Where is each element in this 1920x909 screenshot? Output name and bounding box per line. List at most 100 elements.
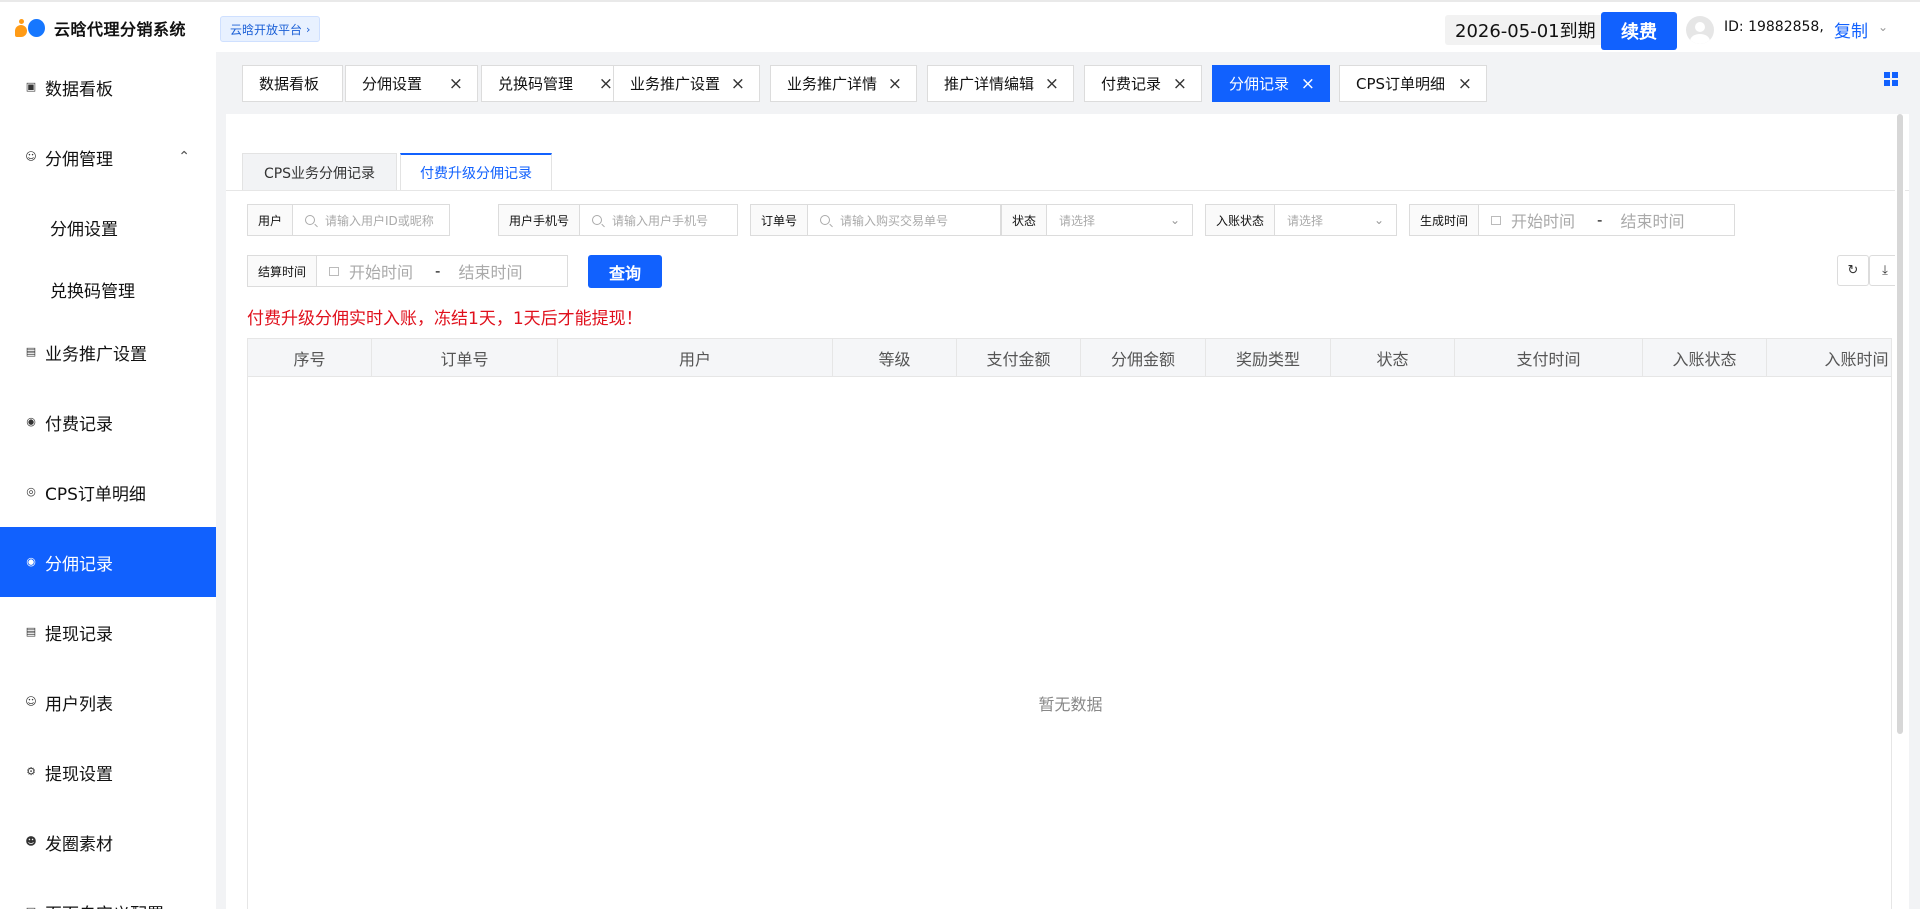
chevron-up-icon: ⌃ (178, 149, 190, 165)
placeholder: 请输入用户手机号 (612, 213, 709, 228)
column-header: 用户 (558, 339, 833, 376)
sidebar-item-user-list[interactable]: ☺ 用户列表 (0, 667, 216, 737)
sidebar-item-commission-settings[interactable]: 分佣设置 (0, 192, 216, 262)
sidebar-item-label: 兑换码管理 (50, 281, 135, 302)
grid-icon[interactable] (1884, 72, 1898, 86)
created-date-range[interactable]: 开始时间 - 结束时间 (1479, 205, 1734, 235)
close-icon[interactable]: × (1045, 74, 1059, 94)
sidebar-item-commission-management[interactable]: ☺ 分佣管理 ⌃ (0, 122, 216, 192)
close-icon[interactable]: × (888, 74, 902, 94)
refresh-icon[interactable]: ↻ (1837, 255, 1869, 286)
sidebar-item-label: 分佣记录 (45, 554, 113, 575)
box-icon: ▤ (25, 345, 37, 358)
tab-dashboard[interactable]: 数据看板 (242, 65, 343, 102)
sidebar-item-label: CPS订单明细 (45, 484, 146, 505)
calendar-icon (329, 266, 340, 276)
close-icon[interactable]: × (731, 74, 745, 94)
close-icon[interactable]: × (599, 74, 613, 94)
tab-commission-records[interactable]: 分佣记录 × (1212, 65, 1330, 102)
status-select[interactable]: 请选择 ⌄ (1047, 205, 1192, 235)
account-status-filter: 入账状态 请选择 ⌄ (1205, 204, 1397, 236)
open-platform-link[interactable]: 云晗开放平台 › (220, 16, 321, 42)
column-header: 状态 (1331, 339, 1455, 376)
end-date: 结束时间 (1620, 212, 1685, 231)
tab-payment-records[interactable]: 付费记录 × (1084, 65, 1202, 102)
sidebar-item-promotion-settings[interactable]: ▤ 业务推广设置 (0, 317, 216, 387)
sidebar-item-label: 分佣设置 (50, 219, 118, 240)
sidebar-item-label: 页面自定义配置 (45, 900, 164, 909)
sidebar-item-cps-orders[interactable]: ◎ CPS订单明细 (0, 457, 216, 527)
filter-label: 用户手机号 (499, 205, 581, 235)
settled-date-range[interactable]: 开始时间 - 结束时间 (317, 256, 567, 286)
date-separator: - (435, 262, 441, 280)
top-bar: 云晗代理分销系统 云晗开放平台 › 2026-05-01到期 续费 ID: 19… (0, 0, 1920, 52)
user-icon: ☺ (25, 695, 37, 708)
divider (226, 190, 1909, 191)
user-id: ID: 19882858, (1724, 19, 1824, 35)
avatar[interactable] (1686, 16, 1714, 44)
end-date: 结束时间 (458, 263, 523, 282)
sidebar: ▣ 数据看板 ☺ 分佣管理 ⌃ 分佣设置 兑换码管理 ▤ 业务推广设置 ◉ 付费… (0, 52, 216, 909)
tab-label: 分佣记录 (1229, 75, 1290, 93)
sidebar-item-label: 提现记录 (45, 624, 113, 645)
tab-promotion-settings[interactable]: 业务推广设置 × (613, 65, 760, 102)
logo-icon (14, 17, 50, 39)
app-logo: 云晗代理分销系统 (14, 16, 186, 40)
sidebar-item-withdraw-settings[interactable]: ⚙ 提现设置 (0, 737, 216, 807)
expire-date: 2026-05-01到期 (1445, 15, 1606, 45)
column-header: 订单号 (372, 339, 558, 376)
sidebar-item-share-material[interactable]: ☻ 发圈素材 (0, 807, 216, 877)
subtab-cps-commission[interactable]: CPS业务分佣记录 (242, 153, 397, 191)
tab-label: 分佣设置 (362, 75, 423, 93)
sidebar-item-label: 分佣管理 (45, 149, 113, 170)
placeholder: 请选择 (1287, 213, 1324, 228)
close-icon[interactable]: × (1301, 74, 1315, 94)
open-platform-label: 云晗开放平台 (230, 22, 303, 37)
subtab-upgrade-commission[interactable]: 付费升级分佣记录 (400, 153, 552, 191)
tab-commission-settings[interactable]: 分佣设置 × (345, 65, 478, 102)
tab-cps-orders[interactable]: CPS订单明细 × (1339, 65, 1487, 102)
user-icon: ☺ (25, 150, 37, 163)
copy-id-link[interactable]: 复制 (1834, 17, 1868, 42)
account-status-select[interactable]: 请选择 ⌄ (1275, 205, 1396, 235)
sidebar-item-commission-records[interactable]: ◉ 分佣记录 (0, 527, 216, 597)
renew-button[interactable]: 续费 (1601, 12, 1677, 50)
placeholder: 请选择 (1059, 213, 1096, 228)
main-content: 数据看板 分佣设置 × 兑换码管理 × 业务推广设置 × 业务推广详情 × 推广… (216, 52, 1920, 909)
close-icon[interactable]: × (449, 74, 463, 94)
settings-icon: ⚙ (26, 765, 36, 778)
filter-label: 入账状态 (1206, 205, 1276, 235)
chevron-down-icon[interactable]: ⌄ (1878, 20, 1888, 34)
close-icon[interactable]: × (1173, 74, 1187, 94)
settled-time-filter: 结算时间 开始时间 - 结束时间 (247, 255, 568, 287)
scrollbar[interactable] (1895, 114, 1905, 734)
tab-promotion-details[interactable]: 业务推广详情 × (770, 65, 917, 102)
order-search-input[interactable]: 请输入购买交易单号 (808, 205, 1000, 235)
column-header: 序号 (248, 339, 372, 376)
tab-label: 推广详情编辑 (944, 75, 1035, 93)
user-search-input[interactable]: 请输入用户ID或昵称 (293, 205, 449, 235)
user-filter: 用户 请输入用户ID或昵称 (247, 204, 450, 236)
notice-text: 付费升级分佣实时入账，冻结1天，1天后才能提现！ (247, 309, 643, 329)
chevron-down-icon: ⌄ (1169, 213, 1180, 227)
close-icon[interactable]: × (1458, 74, 1472, 94)
search-icon (820, 215, 831, 225)
sidebar-item-dashboard[interactable]: ▣ 数据看板 (0, 52, 216, 122)
monitor-icon: ▣ (25, 80, 37, 93)
phone-search-input[interactable]: 请输入用户手机号 (580, 205, 737, 235)
sidebar-item-label: 付费记录 (45, 414, 113, 435)
tab-promotion-edit[interactable]: 推广详情编辑 × (927, 65, 1074, 102)
tab-label: 业务推广设置 (630, 75, 721, 93)
column-header: 支付时间 (1455, 339, 1643, 376)
sidebar-item-withdraw-records[interactable]: ▤ 提现记录 (0, 597, 216, 667)
sidebar-item-page-config[interactable]: ▤ 页面自定义配置 (0, 877, 216, 909)
sidebar-item-payment-records[interactable]: ◉ 付费记录 (0, 387, 216, 457)
tab-redeem-code[interactable]: 兑换码管理 × (481, 65, 628, 102)
query-button[interactable]: 查询 (588, 255, 662, 288)
tab-label: CPS订单明细 (1356, 75, 1446, 93)
filter-label: 订单号 (751, 205, 809, 235)
column-header: 分佣金额 (1081, 339, 1206, 376)
filter-label: 用户 (248, 205, 294, 235)
sidebar-item-redeem-code[interactable]: 兑换码管理 (0, 254, 216, 324)
search-icon (305, 215, 316, 225)
